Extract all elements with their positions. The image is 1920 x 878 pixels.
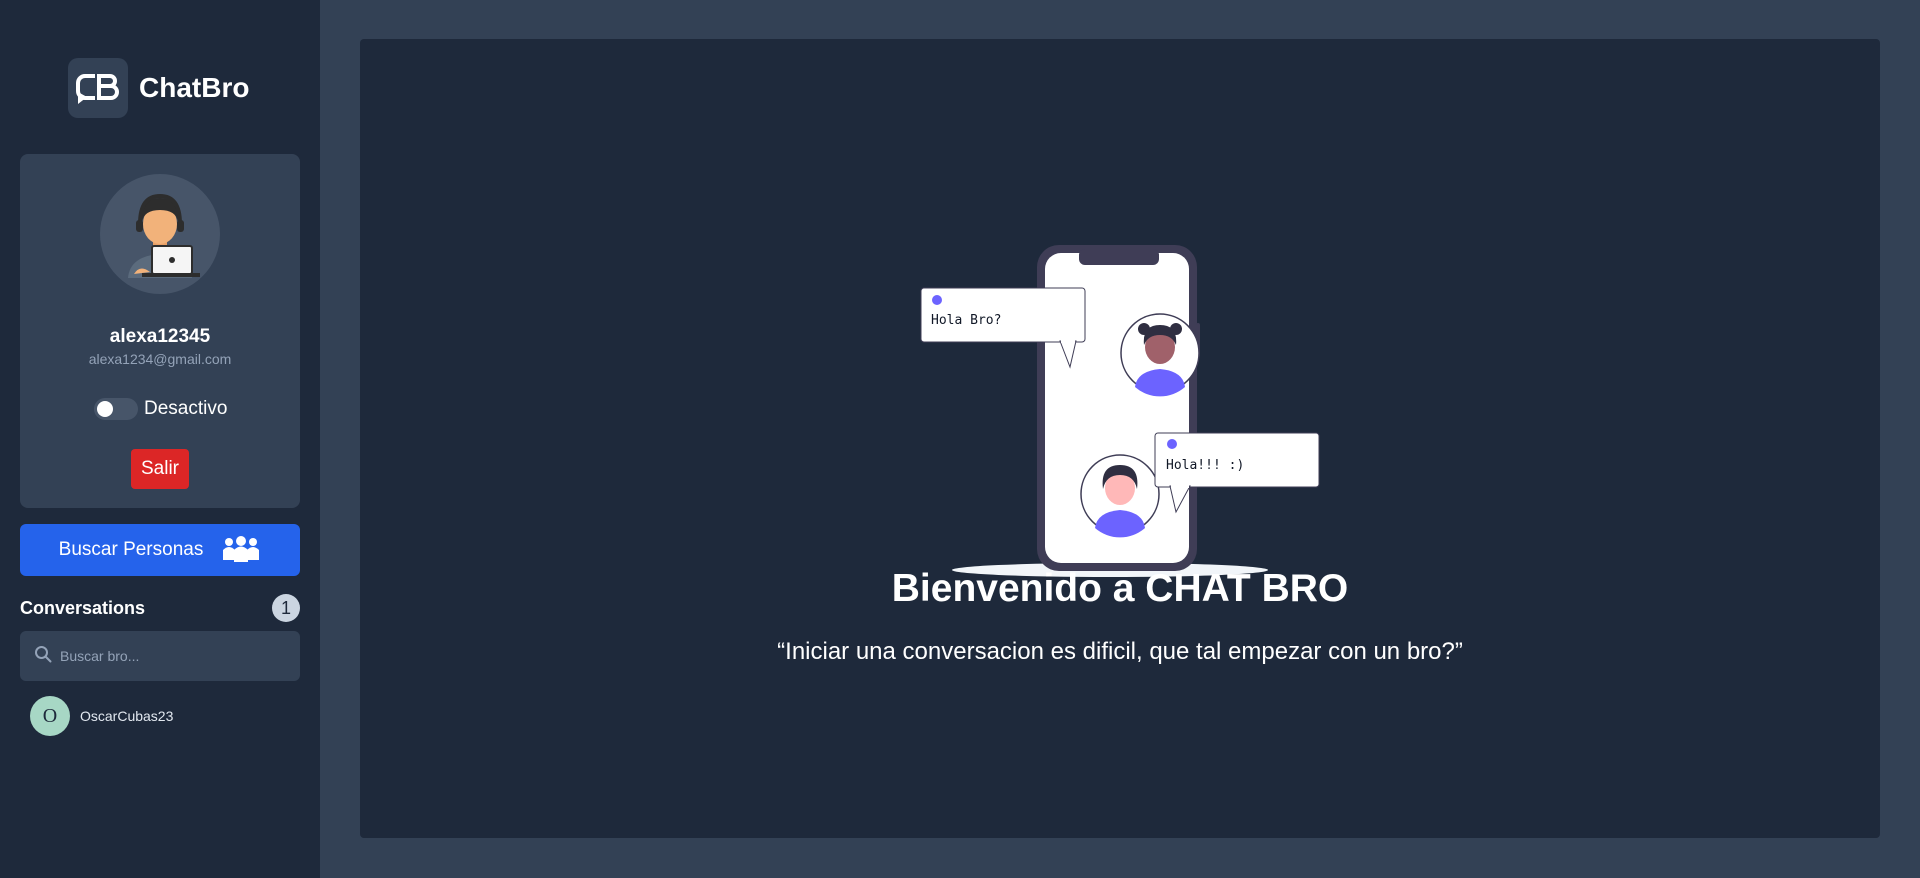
sidebar: ChatBro alexa12345 alexa1234@gmail.com D… (0, 0, 320, 878)
status-toggle[interactable] (94, 398, 138, 420)
search-people-button[interactable]: Buscar Personas (20, 524, 300, 576)
chat-bubble-2: Hola!!! :) (1166, 458, 1245, 473)
welcome-quote: “Iniciar una conversacion es dificil, qu… (777, 638, 1463, 665)
welcome-title: Bienvenido a CHAT BRO (891, 567, 1349, 610)
welcome-panel: Hola Bro? Hola!!! :) Bienvenido a CHAT B… (360, 39, 1880, 838)
user-laptop-avatar-icon (100, 174, 220, 294)
search-icon (34, 645, 52, 668)
conversations-title: Conversations (20, 597, 146, 618)
chatbro-logo-icon (68, 58, 128, 118)
conversation-name: OscarCubas23 (80, 708, 174, 724)
conversations-count-badge: 1 (272, 594, 300, 622)
status-row: Desactivo (94, 398, 227, 420)
search-people-label: Buscar Personas (58, 539, 204, 560)
profile-username: alexa12345 (109, 326, 211, 347)
brand[interactable]: ChatBro (68, 58, 249, 118)
people-group-icon (221, 536, 261, 564)
status-label: Desactivo (144, 398, 228, 419)
conversation-item[interactable]: O OscarCubas23 (30, 696, 173, 736)
chat-illustration: Hola Bro? Hola!!! :) (920, 205, 1320, 590)
toggle-knob (97, 401, 113, 417)
conversation-search-input[interactable] (60, 648, 280, 664)
conversation-avatar: O (30, 696, 70, 736)
brand-name: ChatBro (139, 72, 250, 103)
conversation-search (20, 631, 300, 681)
chat-bubble-1: Hola Bro? (931, 313, 1002, 328)
logout-button[interactable]: Salir (131, 449, 189, 489)
profile-email: alexa1234@gmail.com (88, 351, 232, 367)
conversations-header: Conversations 1 (20, 592, 300, 624)
profile-card: alexa12345 alexa1234@gmail.com Desactivo… (20, 154, 300, 508)
